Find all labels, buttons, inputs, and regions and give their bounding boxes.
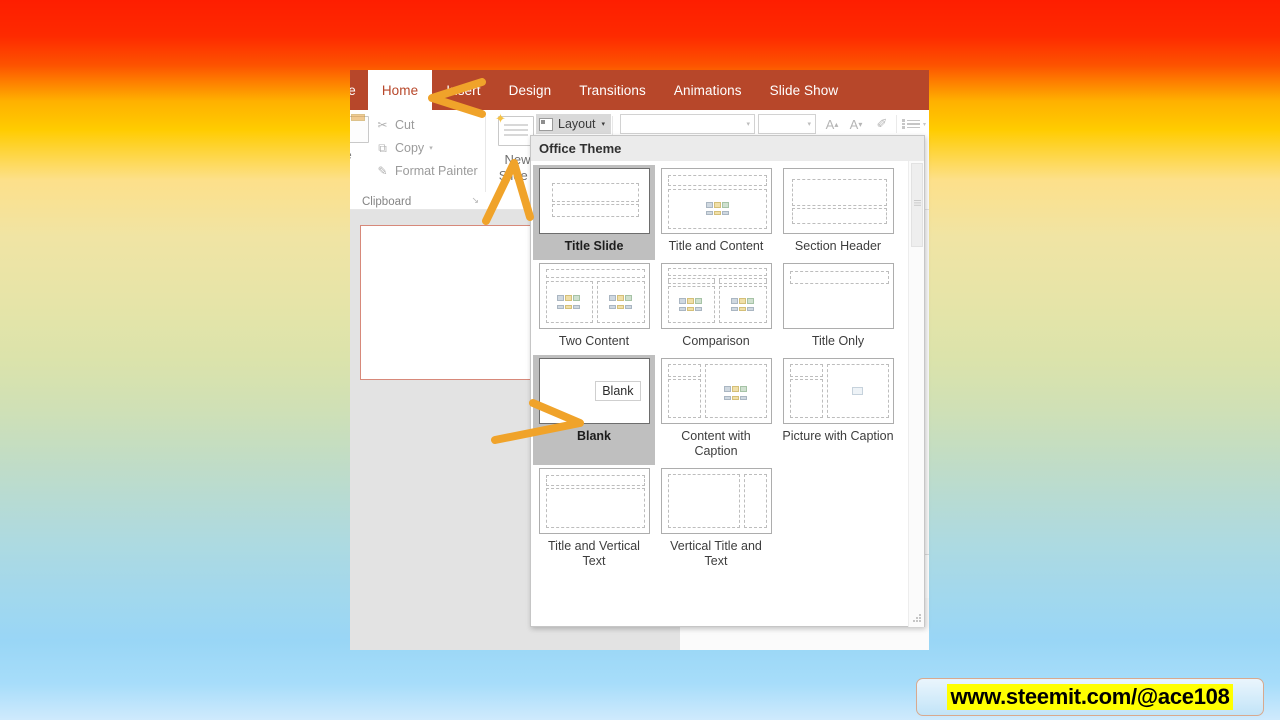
new-slide-icon[interactable]: ✦ xyxy=(495,112,534,146)
layout-label: Picture with Caption xyxy=(782,429,894,443)
grow-font-icon: A xyxy=(825,116,835,132)
bullet-list-icon xyxy=(902,118,920,131)
scrollbar-thumb[interactable] xyxy=(911,163,923,247)
layout-thumb-section-header xyxy=(782,168,894,234)
layout-thumb-blank: Blank xyxy=(538,358,650,424)
layout-label: Layout xyxy=(558,117,596,131)
layout-thumb-picture-with-caption xyxy=(782,358,894,424)
cut-label: Cut xyxy=(395,118,415,132)
paste-label: te xyxy=(350,150,352,162)
blank-tooltip-chip: Blank xyxy=(595,381,641,401)
layout-item-title-and-vertical-text[interactable]: Title and Vertical Text xyxy=(533,465,655,575)
clear-formatting-button[interactable]: ✐ xyxy=(872,114,892,134)
tab-design[interactable]: Design xyxy=(495,70,566,110)
layout-item-two-content[interactable]: Two Content xyxy=(533,260,655,355)
font-size-chevron-down-icon[interactable]: ▾ xyxy=(807,120,811,128)
copy-label: Copy xyxy=(395,141,425,155)
eraser-icon: ✐ xyxy=(876,116,888,131)
bullets-button[interactable]: ▾ xyxy=(902,115,928,133)
decrease-font-size-button[interactable]: A ▾ xyxy=(846,114,866,134)
layout-item-comparison[interactable]: Comparison xyxy=(655,260,777,355)
copy-button[interactable]: ⧉ Copy ▾ xyxy=(374,141,433,155)
font-name-input[interactable]: ▾ xyxy=(620,114,755,134)
group-separator-1 xyxy=(485,116,486,192)
clipboard-group-title: Clipboard xyxy=(362,196,412,208)
layout-label: Title Only xyxy=(811,334,865,348)
new-slide-label-line2: Slide xyxy=(498,168,528,183)
font-name-chevron-down-icon[interactable]: ▾ xyxy=(746,120,750,128)
ribbon-tab-strip: ile Home Insert Design Transitions Anima… xyxy=(350,70,929,110)
format-painter-label: Format Painter xyxy=(395,164,478,178)
layout-item-title-and-content[interactable]: Title and Content xyxy=(655,165,777,260)
copy-icon: ⧉ xyxy=(378,141,387,155)
picture-icon xyxy=(851,387,863,395)
new-slide-label-line1: New xyxy=(504,152,531,167)
gallery-scrollbar[interactable] xyxy=(908,161,924,627)
layout-label: Two Content xyxy=(558,334,630,348)
layout-thumb-content-with-caption xyxy=(660,358,772,424)
layout-thumb-title-and-content xyxy=(660,168,772,234)
chevron-down-icon[interactable]: ▾ xyxy=(429,144,433,152)
layout-thumb-title-slide xyxy=(538,168,650,234)
layout-chevron-down-icon[interactable]: ▾ xyxy=(602,120,606,128)
bullets-chevron-down-icon[interactable]: ▾ xyxy=(923,121,926,128)
layout-label: Blank xyxy=(576,429,612,443)
layout-item-title-slide[interactable]: Title Slide xyxy=(533,165,655,260)
increase-font-size-button[interactable]: A ▴ xyxy=(822,114,842,134)
watermark-text: www.steemit.com/@ace108 xyxy=(947,684,1233,710)
gallery-header: Office Theme xyxy=(531,136,924,161)
layout-item-content-with-caption[interactable]: Content with Caption xyxy=(655,355,777,465)
resize-grip[interactable] xyxy=(912,614,921,623)
layout-label: Section Header xyxy=(794,239,882,253)
layout-label: Comparison xyxy=(682,334,750,348)
steemit-watermark: www.steemit.com/@ace108 xyxy=(916,678,1264,716)
tab-animations[interactable]: Animations xyxy=(660,70,756,110)
layout-thumb-vertical-title-and-text xyxy=(660,468,772,534)
grow-font-arrow-icon: ▴ xyxy=(834,119,839,129)
tab-slide-show[interactable]: Slide Show xyxy=(756,70,853,110)
cut-button[interactable]: ✂ Cut xyxy=(374,118,414,132)
layout-label: Title Slide xyxy=(564,239,624,253)
shrink-font-icon: A xyxy=(849,116,859,132)
layout-label: Content with Caption xyxy=(681,429,751,458)
clipboard-group: te ✂ Cut ⧉ Copy ▾ ✎ Format Painter Clipb… xyxy=(350,110,485,210)
scissors-icon: ✂ xyxy=(377,118,388,132)
tab-file[interactable]: ile xyxy=(350,70,368,110)
layout-button[interactable]: Layout ▾ xyxy=(536,114,612,134)
layout-thumb-two-content xyxy=(538,263,650,329)
clipboard-dialog-launcher[interactable]: ↘ xyxy=(471,195,479,206)
ribbon-vertical-separator xyxy=(896,115,897,133)
layout-thumb-title-only xyxy=(782,263,894,329)
clipboard-icon xyxy=(350,114,369,143)
shrink-font-arrow-icon: ▾ xyxy=(858,119,863,129)
tab-home[interactable]: Home xyxy=(367,70,433,110)
layout-label: Title and Vertical Text xyxy=(548,539,640,568)
font-size-input[interactable]: ▾ xyxy=(758,114,816,134)
layout-label: Title and Content xyxy=(668,239,764,253)
tab-transitions[interactable]: Transitions xyxy=(565,70,660,110)
layout-item-title-only[interactable]: Title Only xyxy=(777,260,899,355)
layout-item-picture-with-caption[interactable]: Picture with Caption xyxy=(777,355,899,465)
layout-gallery-dropdown[interactable]: Office Theme Title Slide Title and Conte… xyxy=(530,135,925,627)
slide-thumbnail-1[interactable] xyxy=(360,225,532,380)
gallery-items-container: Title Slide Title and Content Section He… xyxy=(531,161,909,627)
layout-item-section-header[interactable]: Section Header xyxy=(777,165,899,260)
layout-icon xyxy=(539,117,553,131)
layout-item-blank[interactable]: Blank Blank xyxy=(533,355,655,465)
format-painter-button[interactable]: ✎ Format Painter xyxy=(374,164,478,178)
paintbrush-icon: ✎ xyxy=(377,164,388,178)
layout-thumb-title-and-vertical-text xyxy=(538,468,650,534)
layout-label: Vertical Title and Text xyxy=(670,539,762,568)
layout-item-vertical-title-and-text[interactable]: Vertical Title and Text xyxy=(655,465,777,575)
layout-thumb-comparison xyxy=(660,263,772,329)
tab-insert[interactable]: Insert xyxy=(432,70,494,110)
